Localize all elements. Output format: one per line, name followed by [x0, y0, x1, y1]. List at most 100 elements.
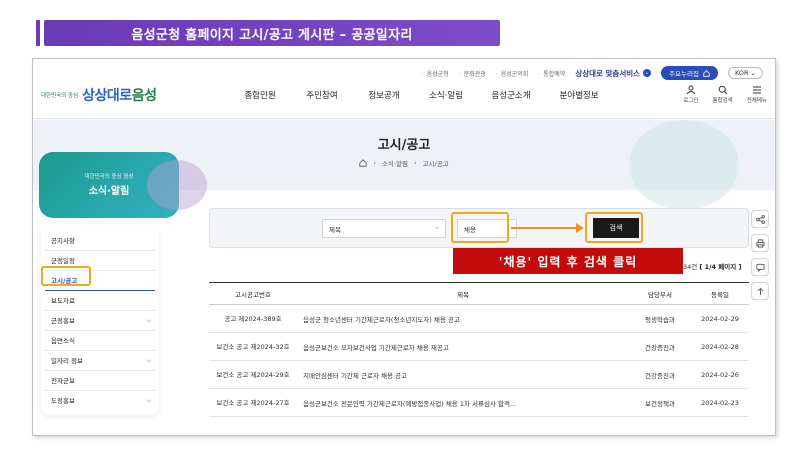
cell-title-link[interactable]: 음성군보건소 전문인력 기간제근로자(예방접종사업) 채용 1차 서류심사 합격…	[297, 388, 629, 417]
tutorial-banner-text: 음성군청 홈페이지 고시/공고 게시판 – 공공일자리	[131, 27, 413, 43]
scroll-top-button[interactable]	[751, 282, 769, 300]
login-button[interactable]: 로그인	[683, 85, 699, 104]
instruction-callout: '채용' 입력 후 검색 클릭	[453, 248, 683, 274]
main-sites-button[interactable]: 주요누리집	[661, 66, 718, 80]
utility-bar: 음성군청 문화관광 음성군의회 통합예약 상상대로 맞춤서비스 ⌄ 주요누리집 …	[422, 65, 763, 81]
cell-date: 2024-02-26	[691, 360, 749, 389]
cell-department: 건강증진과	[629, 332, 691, 361]
menu-label: 전체메뉴	[746, 98, 767, 104]
cell-date: 2024-02-23	[691, 388, 749, 417]
section-card: 대한민국의 중심 음성 소식·알림	[39, 152, 207, 218]
highlight-search-input	[451, 212, 509, 243]
side-item-promotion[interactable]: 군정홍보 ⌵	[45, 311, 155, 331]
highlight-search-button	[585, 212, 643, 243]
search-button[interactable]: 통합검색	[713, 85, 733, 104]
language-label: KOR	[734, 69, 749, 77]
logo-tagline: 대한민국의 중심	[41, 93, 79, 99]
cell-number: 보건소 공고 제2024-27호	[209, 388, 297, 417]
column-header: 고시공고번호	[209, 282, 297, 305]
table-row[interactable]: 보건소 공고 제2024-29호 치매안심센터 기간제 근로자 채용 공고 건강…	[209, 360, 749, 389]
hamburger-icon	[752, 86, 761, 94]
cell-department: 보건정책과	[629, 388, 691, 417]
nav-item[interactable]: 주민참여	[291, 89, 353, 101]
browser-screenshot: 음성군청 문화관광 음성군의회 통합예약 상상대로 맞춤서비스 ⌄ 주요누리집 …	[32, 58, 776, 436]
menu-button[interactable]: 전체메뉴	[747, 85, 767, 104]
column-header: 담당부서	[629, 282, 691, 305]
nav-item[interactable]: 음성군소개	[477, 89, 545, 101]
share-button[interactable]	[751, 210, 769, 228]
side-item-press[interactable]: 보도자료	[45, 291, 155, 311]
arrow-up-icon	[756, 287, 764, 295]
util-link[interactable]: 음성군의회	[496, 69, 529, 78]
util-link[interactable]: 문화관광	[459, 69, 486, 78]
search-icon	[718, 85, 727, 95]
search-field-value: 제목	[329, 226, 341, 234]
logo-wordmark: 상상대로음성	[82, 88, 157, 104]
print-icon	[755, 238, 765, 248]
cell-title-link[interactable]: 치매안심센터 기간제 근로자 채용 공고	[297, 360, 629, 389]
main-navigation: 종합민원 주민참여 정보공개 소식·알림 음성군소개 분야별정보	[229, 89, 613, 101]
cell-department: 평생학습과	[629, 304, 691, 333]
cell-department: 건강증진과	[629, 360, 691, 389]
cell-title-link[interactable]: 음성군 청소년센터 기간제근로자(청소년지도자) 채용 공고	[297, 304, 629, 333]
chevron-down-icon: ⌄	[643, 69, 652, 77]
home-icon	[703, 69, 710, 77]
section-card-title: 소식·알림	[88, 186, 130, 197]
site-logo[interactable]: 대한민국의 중심 상상대로음성	[41, 85, 157, 105]
home-icon[interactable]	[359, 159, 367, 167]
side-item-town-news[interactable]: 읍면소식	[45, 331, 155, 351]
nav-item[interactable]: 소식·알림	[415, 89, 477, 101]
site-header: 대한민국의 중심 상상대로음성 종합민원 주민참여 정보공개 소식·알림 음성군…	[33, 81, 775, 119]
table-row[interactable]: 보건소 공고 제2024-32호 음성군보건소 모자보건사업 기간제근로자 채용…	[209, 332, 749, 361]
cell-title-link[interactable]: 음성군보건소 모자보건사업 기간제근로자 채용 재공고	[297, 332, 629, 361]
nav-item[interactable]: 정보공개	[353, 89, 415, 101]
side-item-province[interactable]: 도정홍보 ⌵	[45, 391, 155, 411]
custom-service-link[interactable]: 상상대로 맞춤서비스 ⌄	[575, 68, 652, 79]
column-header: 등록일	[691, 282, 749, 305]
search-label: 통합검색	[712, 98, 733, 104]
nav-item[interactable]: 종합민원	[229, 89, 291, 101]
side-item-jobs[interactable]: 일자리 정보 ⌵	[45, 351, 155, 371]
cell-date: 2024-02-28	[691, 332, 749, 361]
table-row[interactable]: 보건소 공고 제2024-27호 음성군보건소 전문인력 기간제근로자(예방접종…	[209, 388, 749, 417]
side-item-gazette[interactable]: 전자군보	[45, 371, 155, 391]
util-link[interactable]: 통합예약	[538, 69, 565, 78]
share-icon	[755, 214, 765, 224]
cell-date: 2024-02-29	[691, 304, 749, 333]
chevron-down-icon: ⌵	[146, 356, 151, 364]
arrow-head	[576, 223, 584, 233]
chevron-down-icon: ⌵	[146, 397, 151, 404]
page-title: 고시/공고	[377, 138, 431, 153]
user-icon	[686, 85, 696, 95]
feedback-button[interactable]	[751, 258, 769, 276]
language-select[interactable]: KOR ⌄	[727, 67, 763, 79]
side-item-notice[interactable]: 공지사항	[45, 231, 155, 251]
breadcrumb-item[interactable]: 고시/공고	[423, 158, 449, 168]
chevron-down-icon: ⌵	[434, 224, 439, 231]
header-icons: 로그인 통합검색 전체메뉴	[683, 85, 767, 104]
comment-icon	[755, 263, 765, 272]
chevron-down-icon: ⌵	[146, 316, 151, 324]
main-sites-label: 주요누리집	[669, 70, 699, 78]
result-page: [ 1/4 페이지 ]	[699, 263, 742, 271]
custom-service-label: 상상대로 맞춤서비스	[575, 68, 641, 78]
nav-item[interactable]: 분야별정보	[545, 89, 613, 101]
table-row[interactable]: 공고 제2024-389호 음성군 청소년센터 기간제근로자(청소년지도자) 채…	[209, 304, 749, 333]
tutorial-banner: 음성군청 홈페이지 고시/공고 게시판 – 공공일자리	[36, 20, 500, 46]
arrow-line	[511, 227, 577, 229]
util-link[interactable]: 음성군청	[422, 69, 449, 78]
announcement-table: 고시공고번호 제목 담당부서 등록일 공고 제2024-389호 음성군 청소년…	[209, 282, 749, 417]
cell-number: 보건소 공고 제2024-32호	[209, 332, 297, 361]
print-button[interactable]	[751, 234, 769, 252]
highlight-announcement-menu	[41, 266, 91, 286]
result-count: 34건 [ 1/4 페이지 ]	[683, 261, 741, 271]
breadcrumb-item[interactable]: 소식·알림	[382, 158, 408, 168]
column-header: 제목	[297, 282, 629, 305]
cell-number: 공고 제2024-389호	[209, 304, 297, 333]
result-total: 34건	[683, 263, 698, 271]
section-card-tagline: 대한민국의 중심 음성	[84, 174, 134, 180]
login-label: 로그인	[683, 98, 699, 104]
cell-number: 보건소 공고 제2024-29호	[209, 360, 297, 389]
table-header-row: 고시공고번호 제목 담당부서 등록일	[209, 282, 749, 305]
search-field-select[interactable]: 제목 ⌵	[322, 219, 446, 238]
